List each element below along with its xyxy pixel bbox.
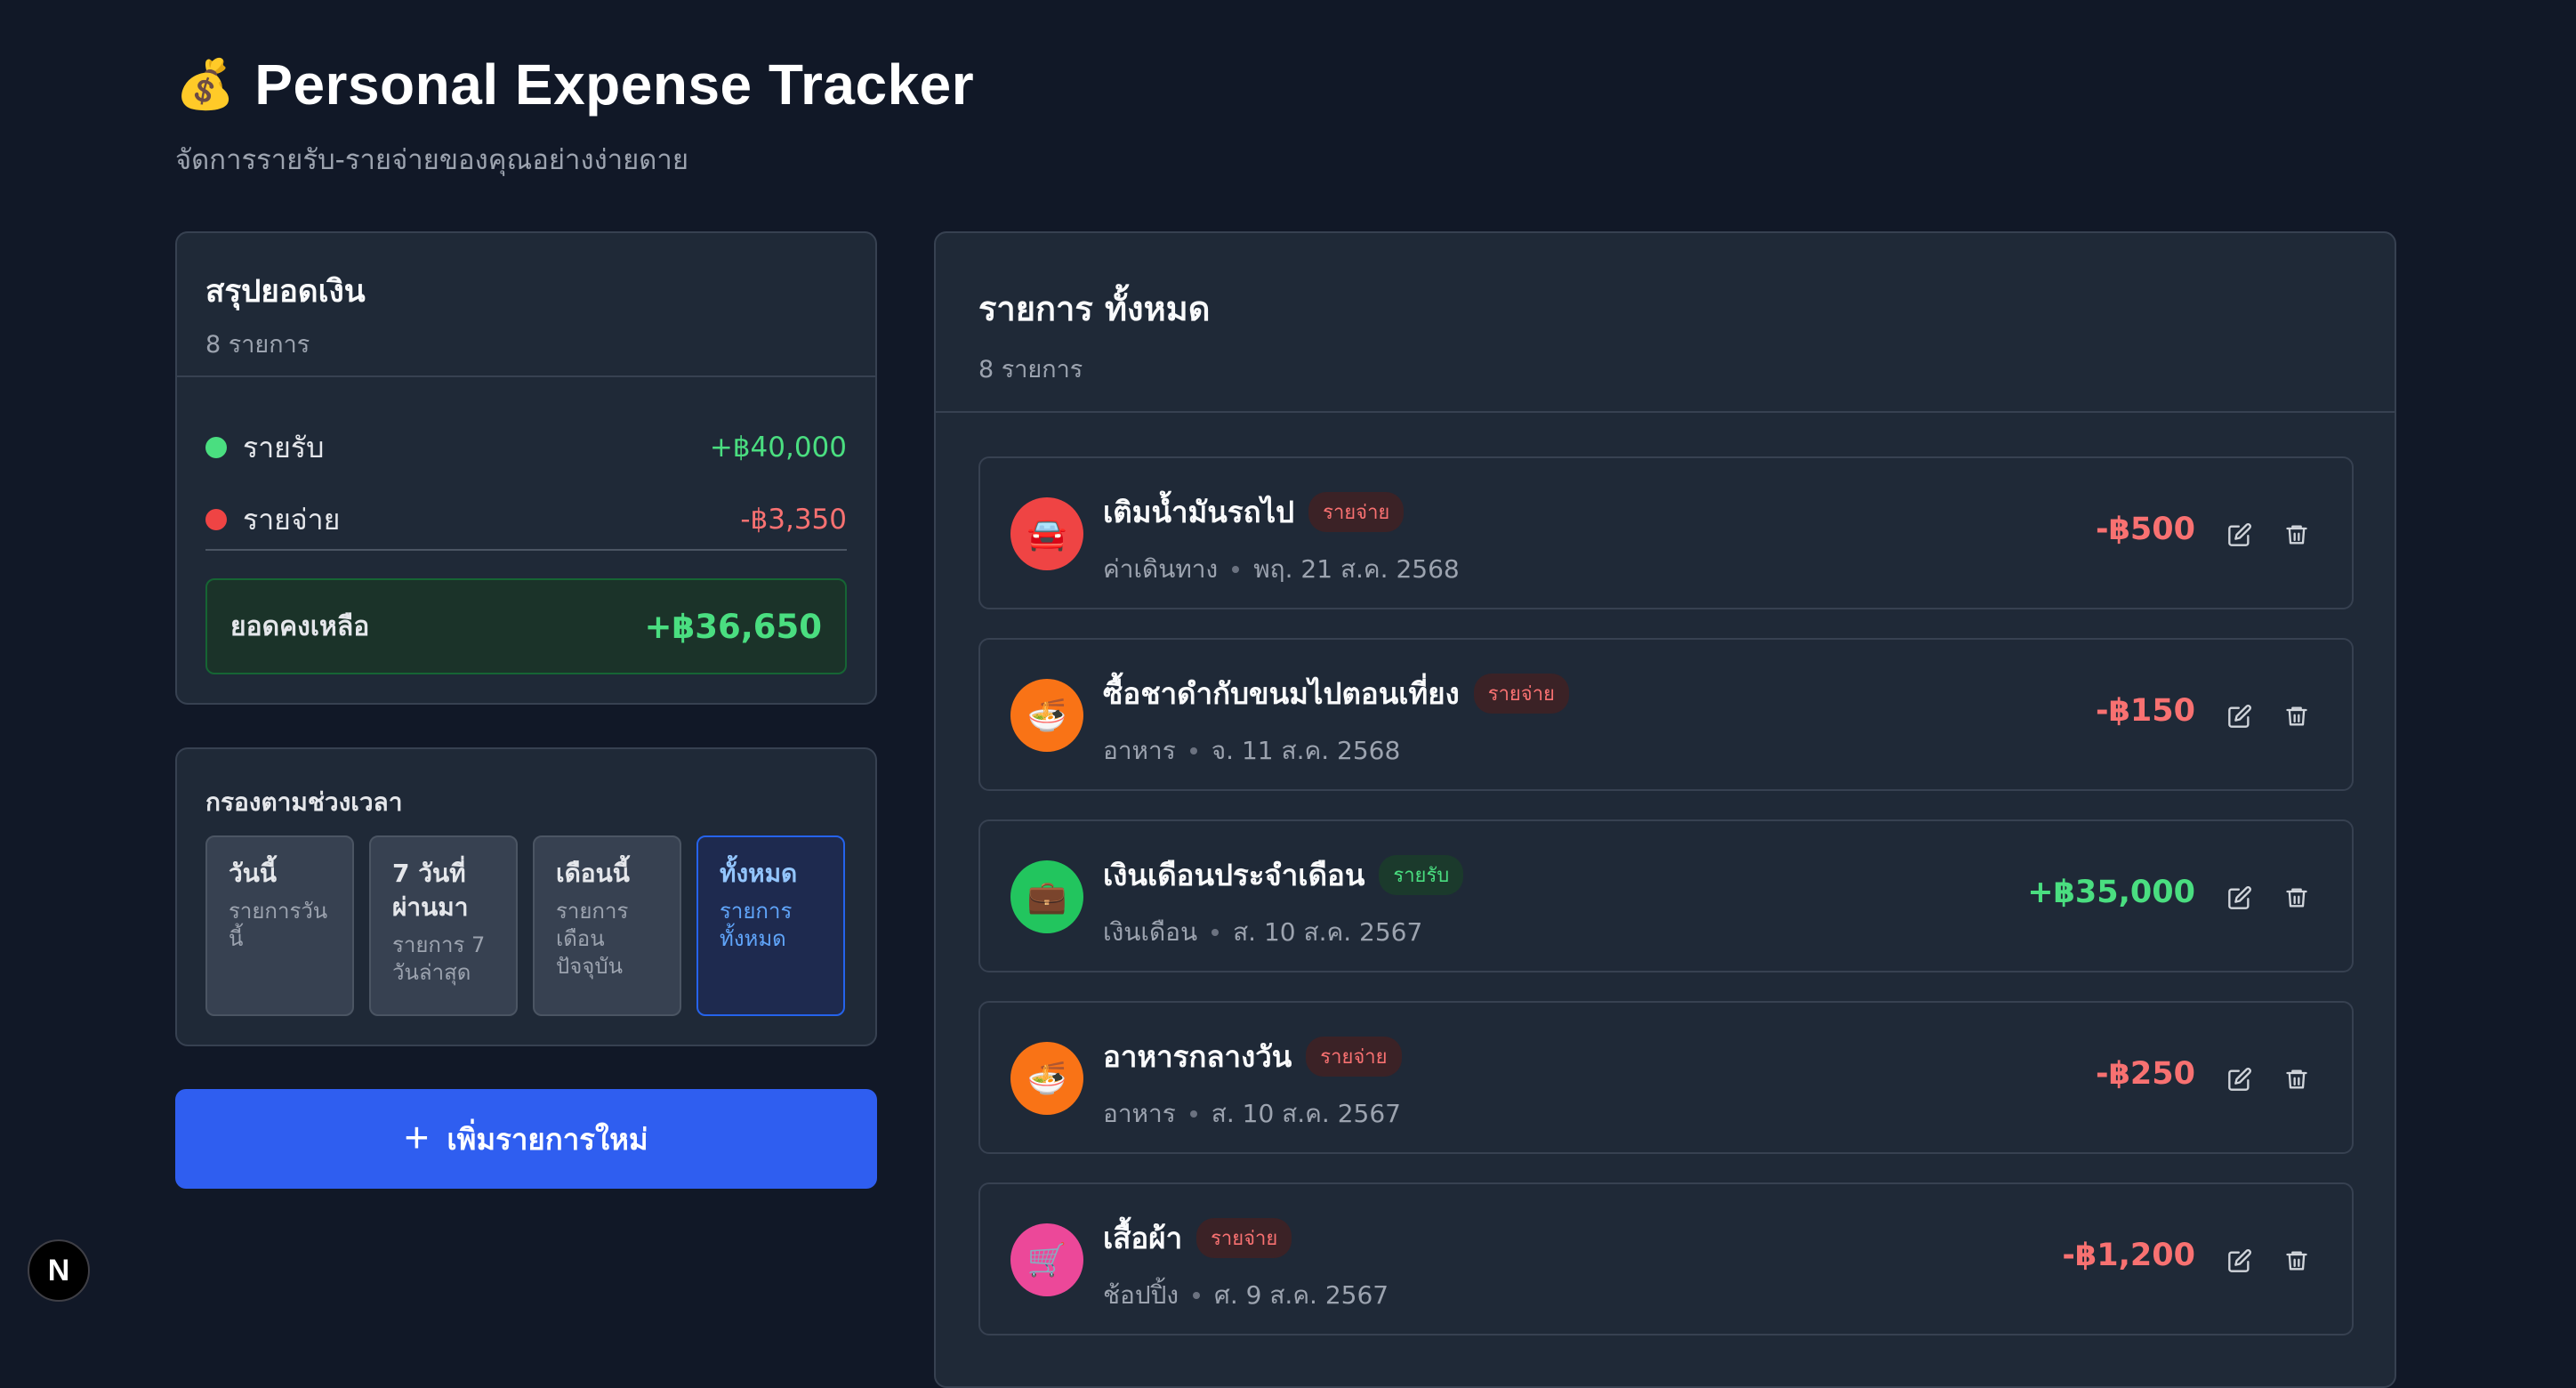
add-transaction-button[interactable]: + เพิ่มรายการใหม่ bbox=[175, 1089, 877, 1189]
summary-count: 8 รายการ bbox=[205, 331, 310, 359]
income-row: รายรับ +฿40,000 bbox=[205, 425, 847, 470]
filter-option-label: ทั้งหมด bbox=[720, 859, 798, 888]
filter-7days-button[interactable]: 7 วันที่ผ่านมา รายการ 7 วันล่าสุด bbox=[369, 835, 518, 1016]
balance-box: ยอดคงเหลือ +฿36,650 bbox=[205, 578, 847, 674]
add-transaction-label: เพิ่มรายการใหม่ bbox=[447, 1122, 648, 1156]
expense-label: รายจ่าย bbox=[243, 502, 341, 537]
transaction-amount: +฿35,000 bbox=[2027, 875, 2195, 910]
shopping-cart-icon: 🛒 bbox=[1010, 1223, 1083, 1296]
filter-card: กรองตามช่วงเวลา วันนี้ รายการวันนี้ 7 วั… bbox=[175, 747, 877, 1046]
page-title: 💰 Personal Expense Tracker bbox=[175, 52, 974, 117]
type-badge: รายรับ bbox=[1379, 855, 1464, 895]
trash-icon[interactable] bbox=[2279, 698, 2314, 734]
list-title: รายการ ทั้งหมด bbox=[978, 289, 1211, 328]
filter-option-label: 7 วันที่ผ่านมา bbox=[392, 859, 469, 922]
filter-today-button[interactable]: วันนี้ รายการวันนี้ bbox=[205, 835, 354, 1016]
filter-option-desc: รายการทั้งหมด bbox=[720, 898, 793, 951]
edit-icon[interactable] bbox=[2222, 698, 2258, 734]
transaction-category: ช้อปปิ้ง bbox=[1103, 1280, 1179, 1310]
transaction-date: ส. 10 ส.ค. 2567 bbox=[1233, 917, 1423, 947]
transaction-name: ซื้อชาดำกับขนมไปตอนเที่ยง bbox=[1103, 676, 1460, 711]
summary-title: สรุปยอดเงิน bbox=[205, 274, 366, 310]
car-icon: 🚘 bbox=[1010, 497, 1083, 570]
edit-icon[interactable] bbox=[2222, 517, 2258, 553]
nextjs-dev-badge[interactable]: N bbox=[28, 1239, 90, 1302]
trash-icon[interactable] bbox=[2279, 1061, 2314, 1097]
income-label: รายรับ bbox=[243, 430, 325, 464]
summary-header: สรุปยอดเงิน 8 รายการ bbox=[177, 233, 875, 377]
separator-dot bbox=[1189, 747, 1197, 755]
expense-dot-icon bbox=[205, 509, 227, 530]
list-count: 8 รายการ bbox=[978, 356, 1083, 383]
summary-divider bbox=[205, 549, 847, 551]
income-dot-icon bbox=[205, 437, 227, 458]
transaction-amount: -฿250 bbox=[2096, 1056, 2195, 1092]
page-header: 💰 Personal Expense Tracker จัดการรายรับ-… bbox=[175, 52, 974, 182]
edit-icon[interactable] bbox=[2222, 1061, 2258, 1097]
trash-icon[interactable] bbox=[2279, 1243, 2314, 1279]
separator-dot bbox=[1212, 929, 1220, 936]
type-badge: รายจ่าย bbox=[1308, 492, 1405, 532]
transaction-name: เสื้อผ้า bbox=[1103, 1221, 1183, 1255]
money-bag-icon: 💰 bbox=[175, 56, 236, 112]
food-icon: 🍜 bbox=[1010, 1042, 1083, 1115]
separator-dot bbox=[1193, 1292, 1201, 1299]
transaction-amount: -฿150 bbox=[2096, 693, 2195, 729]
page-subtitle: จัดการรายรับ-รายจ่ายของคุณอย่างง่ายดาย bbox=[175, 144, 688, 176]
transaction-name: เติมน้ำมันรถไป bbox=[1103, 495, 1295, 529]
transaction-date: ศ. 9 ส.ค. 2567 bbox=[1214, 1280, 1389, 1310]
list-header: รายการ ทั้งหมด 8 รายการ bbox=[936, 233, 2395, 413]
filter-option-desc: รายการวันนี้ bbox=[229, 898, 328, 951]
transaction-date: จ. 11 ส.ค. 2568 bbox=[1211, 736, 1401, 765]
trash-icon[interactable] bbox=[2279, 880, 2314, 916]
expense-row: รายจ่าย -฿3,350 bbox=[205, 497, 847, 542]
transaction-list-card: รายการ ทั้งหมด 8 รายการ 🚘 เติมน้ำมันรถไป… bbox=[934, 231, 2396, 1388]
transaction-name: เงินเดือนประจำเดือน bbox=[1103, 858, 1365, 892]
separator-dot bbox=[1189, 1110, 1197, 1118]
separator-dot bbox=[1232, 566, 1240, 573]
edit-icon[interactable] bbox=[2222, 880, 2258, 916]
filter-option-label: วันนี้ bbox=[229, 859, 278, 888]
transaction-item[interactable]: 💼 เงินเดือนประจำเดือน รายรับ เงินเดือน ส… bbox=[978, 819, 2354, 972]
filter-option-desc: รายการ 7 วันล่าสุด bbox=[392, 932, 486, 985]
expense-value: -฿3,350 bbox=[740, 504, 847, 536]
filter-option-desc: รายการเดือนปัจจุบัน bbox=[556, 898, 629, 980]
transaction-name: อาหารกลางวัน bbox=[1103, 1039, 1292, 1074]
transaction-date: ส. 10 ส.ค. 2567 bbox=[1211, 1099, 1401, 1128]
filter-month-button[interactable]: เดือนนี้ รายการเดือนปัจจุบัน bbox=[533, 835, 681, 1016]
balance-value: +฿36,650 bbox=[644, 607, 822, 646]
food-icon: 🍜 bbox=[1010, 679, 1083, 752]
transaction-date: พฤ. 21 ส.ค. 2568 bbox=[1253, 554, 1460, 584]
transaction-amount: -฿500 bbox=[2096, 512, 2195, 547]
filter-all-button[interactable]: ทั้งหมด รายการทั้งหมด bbox=[696, 835, 845, 1016]
transaction-category: อาหาร bbox=[1103, 1099, 1176, 1128]
page-title-text: Personal Expense Tracker bbox=[254, 52, 975, 117]
filter-title: กรองตามช่วงเวลา bbox=[205, 787, 403, 817]
filter-option-label: เดือนนี้ bbox=[556, 859, 630, 888]
plus-icon: + bbox=[404, 1115, 430, 1162]
income-value: +฿40,000 bbox=[709, 432, 847, 464]
transaction-item[interactable]: 🚘 เติมน้ำมันรถไป รายจ่าย ค่าเดินทาง พฤ. … bbox=[978, 456, 2354, 609]
transaction-item[interactable]: 🛒 เสื้อผ้า รายจ่าย ช้อปปิ้ง ศ. 9 ส.ค. 25… bbox=[978, 1182, 2354, 1336]
briefcase-icon: 💼 bbox=[1010, 860, 1083, 933]
transaction-category: ค่าเดินทาง bbox=[1103, 554, 1219, 584]
type-badge: รายจ่าย bbox=[1473, 674, 1569, 714]
summary-card: สรุปยอดเงิน 8 รายการ รายรับ +฿40,000 ราย… bbox=[175, 231, 877, 705]
transaction-item[interactable]: 🍜 อาหารกลางวัน รายจ่าย อาหาร ส. 10 ส.ค. … bbox=[978, 1001, 2354, 1154]
type-badge: รายจ่าย bbox=[1196, 1218, 1292, 1258]
type-badge: รายจ่าย bbox=[1306, 1037, 1402, 1077]
edit-icon[interactable] bbox=[2222, 1243, 2258, 1279]
balance-label: ยอดคงเหลือ bbox=[230, 610, 370, 642]
transaction-category: อาหาร bbox=[1103, 736, 1176, 765]
trash-icon[interactable] bbox=[2279, 517, 2314, 553]
transaction-item[interactable]: 🍜 ซื้อชาดำกับขนมไปตอนเที่ยง รายจ่าย อาหา… bbox=[978, 638, 2354, 791]
transaction-category: เงินเดือน bbox=[1103, 917, 1198, 947]
transaction-amount: -฿1,200 bbox=[2062, 1238, 2195, 1273]
